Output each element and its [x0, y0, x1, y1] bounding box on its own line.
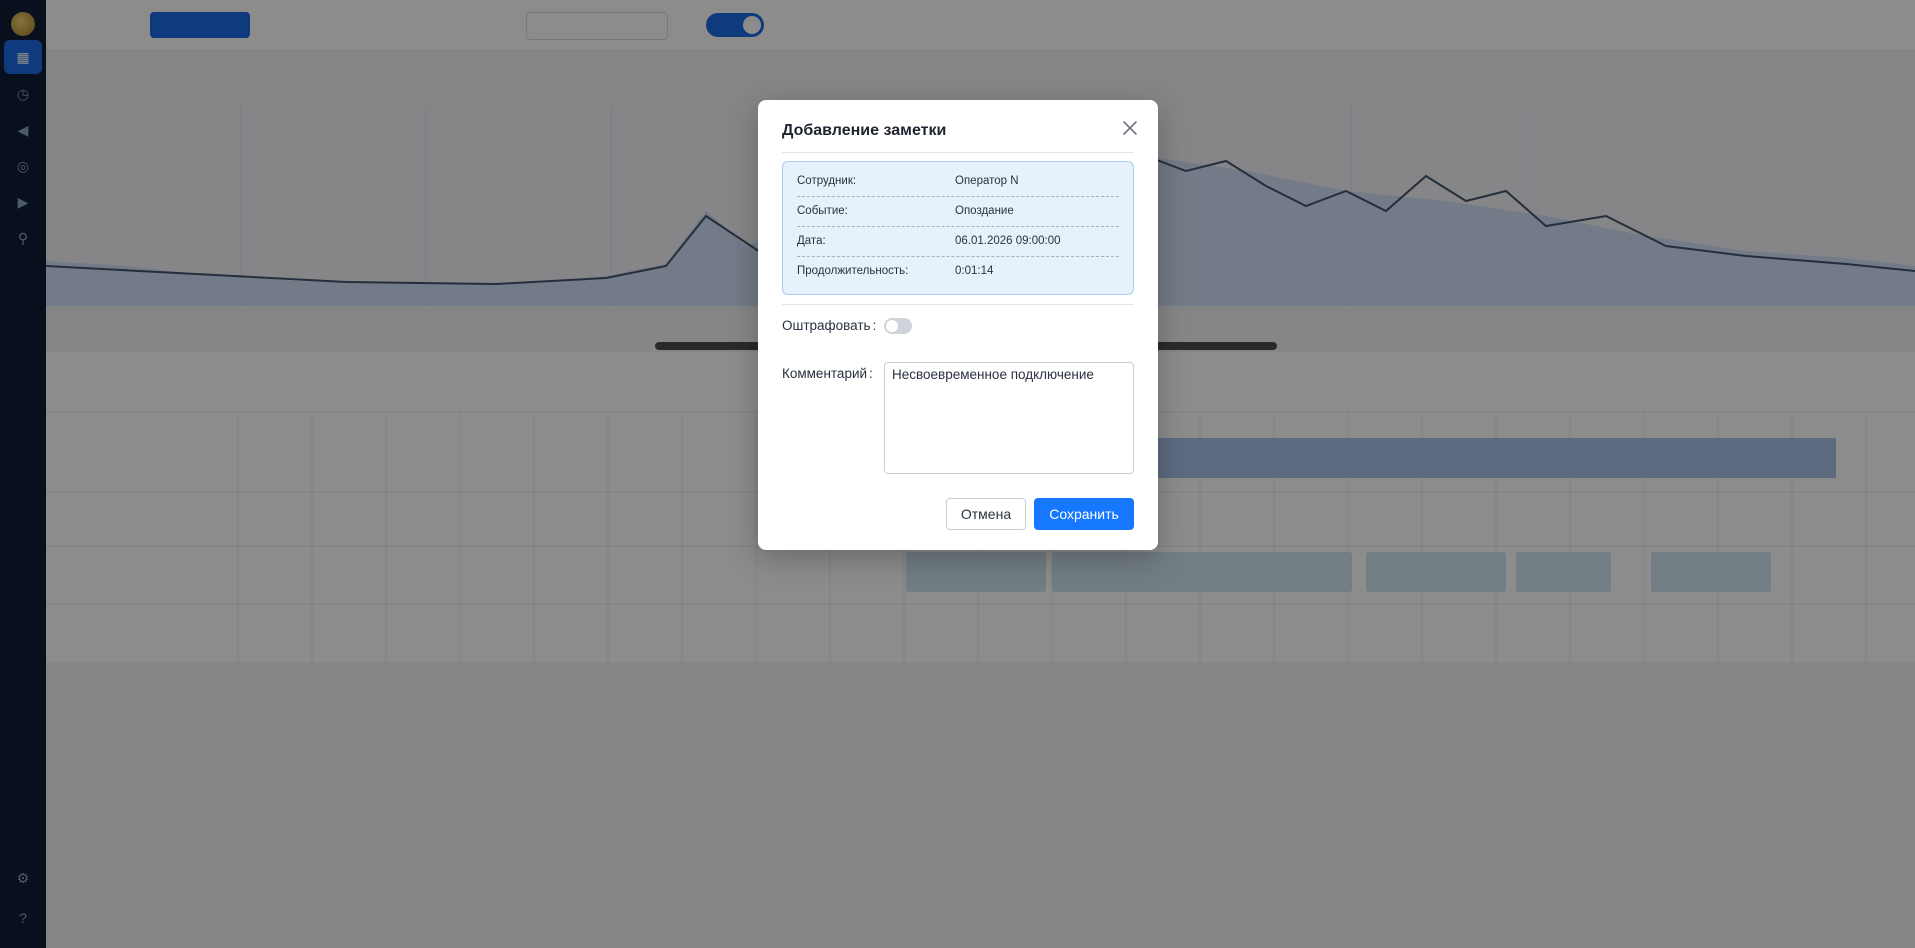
info-row-event: Событие: Опоздание — [797, 196, 1119, 227]
fine-label-text: Оштрафовать — [782, 318, 871, 333]
info-divider — [782, 304, 1134, 305]
event-info-panel: Сотрудник: Оператор N Событие: Опоздание… — [782, 161, 1134, 295]
info-row-employee: Сотрудник: Оператор N — [797, 166, 1119, 197]
comment-label-text: Комментарий — [782, 366, 868, 381]
info-value: 0:01:14 — [955, 265, 994, 277]
comment-label: Комментарий: — [782, 366, 873, 381]
info-value: Оператор N — [955, 175, 1019, 187]
info-row-duration: Продолжительность: 0:01:14 — [797, 256, 1119, 286]
close-icon[interactable] — [1120, 118, 1140, 138]
info-key: Дата: — [797, 235, 826, 247]
info-value: Опоздание — [955, 205, 1014, 217]
dialog-title: Добавление заметки — [782, 122, 947, 139]
cancel-button[interactable]: Отмена — [946, 498, 1026, 530]
fine-toggle[interactable] — [884, 318, 912, 334]
save-button[interactable]: Сохранить — [1034, 498, 1134, 530]
add-note-dialog: Добавление заметки Сотрудник: Оператор N… — [758, 100, 1158, 550]
info-row-date: Дата: 06.01.2026 09:00:00 — [797, 226, 1119, 257]
info-key: Сотрудник: — [797, 175, 857, 187]
fine-label: Оштрафовать: — [782, 318, 877, 333]
info-key: Продолжительность: — [797, 265, 909, 277]
comment-textarea[interactable]: Несвоевременное подключение — [884, 362, 1134, 474]
title-divider — [782, 152, 1134, 153]
info-key: Событие: — [797, 205, 848, 217]
info-value: 06.01.2026 09:00:00 — [955, 235, 1061, 247]
